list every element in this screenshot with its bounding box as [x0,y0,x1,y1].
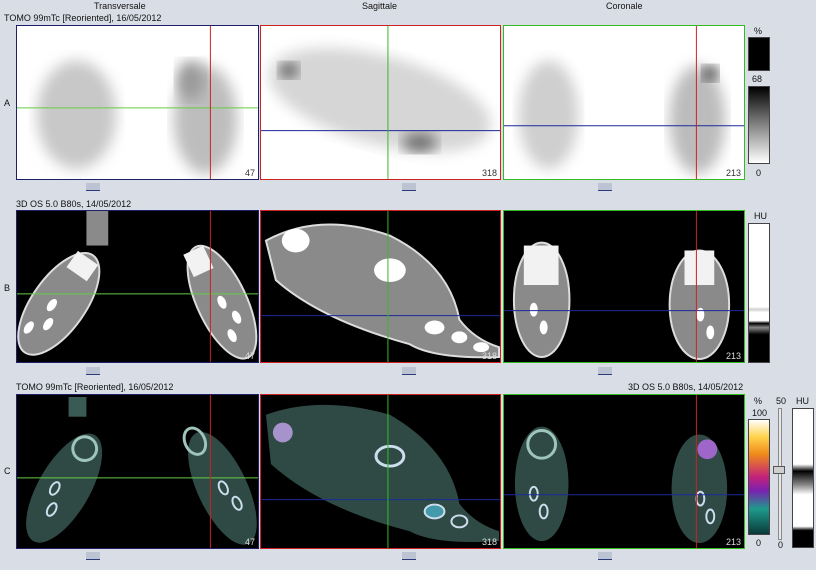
row-a-transversale-image [17,26,258,179]
row-b-coronale-slice-slider[interactable] [598,367,612,375]
row-a-label: A [4,98,11,108]
row-c-transversale-view[interactable]: 47 [16,394,259,549]
row-a-scale-value: 68 [752,74,763,84]
row-b-sagittale-view[interactable]: 318 [260,210,501,363]
row-c-blend-min: 0 [778,540,784,550]
row-a-series-label: TOMO 99mTc [Reoriented], 16/05/2012 [4,13,162,23]
row-c-ct-scale-unit: HU [796,396,809,406]
row-c-coronale-image [504,395,744,548]
row-c-sagittale-slice-slider[interactable] [402,552,416,560]
row-b-color-scale[interactable] [748,223,770,363]
column-header-coronale: Coronale [606,1,643,11]
row-c-coronale-view[interactable]: 213 [503,394,745,549]
row-c-ct-color-scale[interactable] [792,408,814,548]
row-c-sagittale-slice-number: 318 [481,537,497,547]
row-c-pet-scale-unit: % [754,396,763,406]
row-b-sagittale-slice-slider[interactable] [402,367,416,375]
row-c-blend-value: 50 [776,396,787,406]
row-a-coronale-view[interactable]: 213 [503,25,745,180]
row-c-pet-scale-max: 100 [752,408,768,418]
row-a-scale-min: 0 [756,168,762,178]
row-b-coronale-image [504,211,744,362]
row-a-coronale-image [504,26,744,179]
row-c-coronale-slice-number: 213 [725,537,741,547]
row-b-transversale-slice-slider[interactable] [86,367,100,375]
row-c-transversale-slice-slider[interactable] [86,552,100,560]
row-a-coronale-slice-slider[interactable] [598,183,612,191]
row-b-series-label: 3D OS 5.0 B80s, 14/05/2012 [16,199,132,209]
column-header-transversale: Transversale [94,1,146,11]
row-a-transversale-slice-slider[interactable] [86,183,100,191]
row-a-color-scale[interactable] [748,86,770,164]
row-c-series-label-left: TOMO 99mTc [Reoriented], 16/05/2012 [16,382,174,392]
row-c-sagittale-image [261,395,500,548]
row-c-pet-color-scale[interactable] [748,419,770,535]
row-a-scale-unit: % [754,26,763,36]
row-b-scale-unit: HU [754,211,767,221]
column-header-sagittale: Sagittale [362,1,398,11]
row-a-sagittale-image [261,26,500,179]
row-c-pet-scale-min: 0 [756,538,762,548]
row-c-label: C [4,466,11,476]
row-a-sagittale-view[interactable]: 318 [260,25,501,180]
row-a-sagittale-slice-slider[interactable] [402,183,416,191]
row-c-blend-slider-handle[interactable] [773,466,785,474]
row-c-sagittale-view[interactable]: 318 [260,394,501,549]
row-a-sagittale-slice-number: 318 [481,168,497,178]
row-b-transversale-slice-number: 47 [244,351,255,361]
row-b-label: B [4,283,11,293]
row-b-transversale-image [17,211,258,362]
row-b-transversale-view[interactable]: 47 [16,210,259,363]
row-a-scale-top[interactable] [748,37,770,71]
row-b-coronale-slice-number: 213 [725,351,741,361]
row-b-sagittale-image [261,211,500,362]
row-a-coronale-slice-number: 213 [725,168,741,178]
row-a-transversale-slice-number: 47 [244,168,255,178]
row-b-coronale-view[interactable]: 213 [503,210,745,363]
row-c-transversale-slice-number: 47 [244,537,255,547]
row-c-coronale-slice-slider[interactable] [598,552,612,560]
row-b-sagittale-slice-number: 318 [481,351,497,361]
row-c-series-label-right: 3D OS 5.0 B80s, 14/05/2012 [628,382,744,392]
row-a-transversale-view[interactable]: 47 [16,25,259,180]
row-c-blend-slider-track[interactable] [778,408,782,540]
row-c-transversale-image [17,395,258,548]
